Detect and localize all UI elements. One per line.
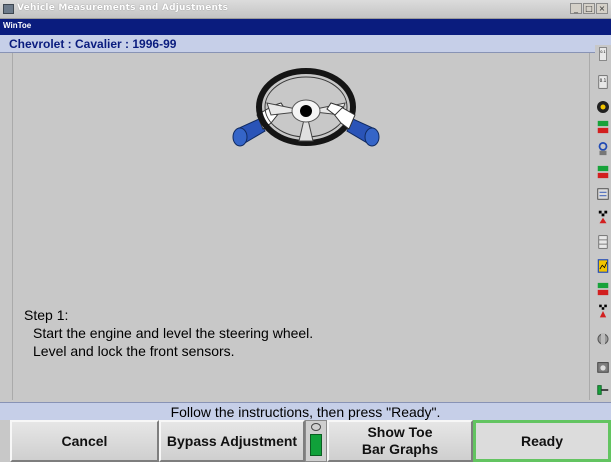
sensor-icon[interactable] — [596, 142, 610, 156]
cancel-label: Cancel — [61, 432, 108, 449]
side-toolbar: 0.1 0.1 — [595, 45, 611, 407]
ready-label: Ready — [520, 432, 564, 449]
cancel-button[interactable]: Cancel — [10, 420, 159, 462]
prompt-bar: Follow the instructions, then press "Rea… — [0, 402, 611, 420]
prompt-text: Follow the instructions, then press "Rea… — [170, 404, 441, 420]
minimize-button[interactable]: _ — [570, 3, 582, 14]
window-titlebar: Vehicle Measurements and Adjustments _ □… — [0, 0, 611, 19]
wheel-icon[interactable] — [596, 100, 610, 114]
measurement-icon[interactable] — [596, 282, 610, 296]
window-title: Vehicle Measurements and Adjustments — [17, 3, 229, 13]
close-button[interactable]: × — [596, 3, 608, 14]
vehicle-bar: Chevrolet : Cavalier : 1996-99 — [0, 35, 611, 53]
vehicle-label: Chevrolet : Cavalier : 1996-99 — [9, 37, 177, 51]
app-window: Vehicle Measurements and Adjustments _ □… — [0, 0, 611, 462]
indicator-icon — [311, 423, 321, 431]
app-subtitle: WinToe — [3, 21, 32, 30]
bypass-adjustment-label: Bypass Adjustment — [166, 432, 298, 449]
spec-readout-icon[interactable]: 0.1 — [596, 75, 610, 89]
readout-text: 0.1 — [600, 50, 606, 54]
grid-icon[interactable] — [596, 235, 610, 249]
instruction-panel: Step 1: Start the engine and level the s… — [12, 53, 590, 400]
maximize-button[interactable]: □ — [583, 3, 595, 14]
green-lamp-icon — [310, 434, 322, 456]
step-instructions: Step 1: Start the engine and level the s… — [24, 306, 313, 360]
app-icon — [3, 4, 14, 14]
bar-graphs-label: Bar Graphs — [361, 441, 439, 457]
status-indicator — [305, 420, 327, 462]
checkered-flag-icon[interactable] — [596, 304, 610, 318]
measurement-icon[interactable] — [596, 165, 610, 179]
measurement-icon[interactable] — [596, 120, 610, 134]
step-title: Step 1: — [24, 307, 69, 323]
camera-icon[interactable] — [596, 360, 610, 374]
show-toe-label: Show Toe — [367, 424, 433, 440]
spec-readout-icon[interactable]: 0.1 — [596, 47, 610, 61]
readout-text: 0.1 — [600, 78, 607, 83]
steering-wheel-icon — [232, 68, 380, 147]
bypass-adjustment-button[interactable]: Bypass Adjustment — [159, 420, 305, 462]
checkered-flag-icon[interactable] — [596, 210, 610, 224]
show-toe-bar-graphs-button[interactable]: Show Toe Bar Graphs — [327, 420, 473, 462]
sensor-icon[interactable] — [596, 383, 610, 397]
step-line: Start the engine and level the steering … — [33, 325, 314, 341]
ready-button[interactable]: Ready — [473, 420, 611, 462]
tool-icon[interactable] — [596, 332, 610, 346]
chart-icon[interactable] — [596, 259, 610, 273]
step-line: Level and lock the front sensors. — [33, 343, 235, 359]
window-controls: _ □ × — [570, 3, 608, 14]
app-subbar: WinToe — [0, 19, 611, 35]
spec-icon[interactable] — [596, 187, 610, 201]
